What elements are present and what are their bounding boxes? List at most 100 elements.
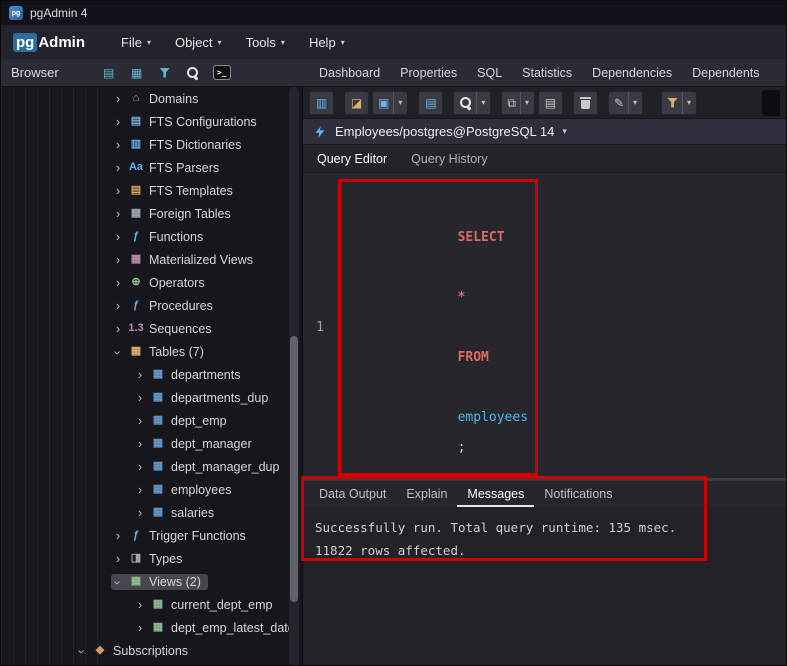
tree-item-dept-manager-dup[interactable]: › ▦ dept_manager_dup <box>1 455 302 478</box>
save-data-icon[interactable]: ▤ <box>418 90 444 115</box>
chevron-icon[interactable]: › <box>113 161 123 174</box>
tab-data-output[interactable]: Data Output <box>309 481 396 507</box>
chevron-icon[interactable]: › <box>113 115 123 128</box>
tree-item-materialized-views[interactable]: › ▦ Materialized Views <box>1 248 302 271</box>
menu-file[interactable]: File ▾ <box>111 29 161 56</box>
tree-item-employees[interactable]: › ▦ employees <box>1 478 302 501</box>
tree-item-domains[interactable]: › ⌂ Domains <box>1 87 302 110</box>
dropdown-caret-icon[interactable]: ▾ <box>519 91 529 114</box>
tab-explain[interactable]: Explain <box>396 481 457 507</box>
chevron-icon[interactable]: › <box>135 621 145 634</box>
tab-sql[interactable]: SQL <box>467 61 512 85</box>
tree-item-dept-manager[interactable]: › ▦ dept_manager <box>1 432 302 455</box>
chevron-icon[interactable]: › <box>75 647 90 657</box>
edit-icon[interactable]: ✎ ▾ <box>607 90 644 115</box>
filter-icon[interactable]: ▾ <box>661 90 698 115</box>
tree-item-functions[interactable]: › ƒ Functions <box>1 225 302 248</box>
chevron-icon[interactable]: › <box>135 368 145 381</box>
chevron-icon[interactable]: › <box>113 207 123 220</box>
main-body: › ⌂ Domains › ▤ FTS Configurations › ▥ F… <box>1 87 786 665</box>
tab-query-history[interactable]: Query History <box>399 146 499 172</box>
toolbar-overflow-button[interactable] <box>762 89 780 116</box>
tree-item-current-dept-emp[interactable]: › ▦ current_dept_emp <box>1 593 302 616</box>
dropdown-caret-icon[interactable]: ▾ <box>476 91 485 114</box>
tree-item-label: dept_manager_dup <box>171 459 280 474</box>
grid-icon[interactable]: ▦ <box>129 64 145 82</box>
paste-icon[interactable]: ▤ <box>537 90 563 115</box>
editor-tab-bar: Query Editor Query History <box>303 145 786 173</box>
console-icon[interactable]: >_ <box>212 64 231 82</box>
chevron-icon[interactable]: › <box>113 322 123 335</box>
tree-item-icon: 1.3 <box>128 322 144 334</box>
tree-item-sequences[interactable]: › 1.3 Sequences <box>1 317 302 340</box>
chevron-icon[interactable]: › <box>135 460 145 473</box>
tree-item-subscriptions[interactable]: › ◆ Subscriptions <box>1 639 302 662</box>
tree-item-views[interactable]: › ▦ Views (2) <box>1 570 302 593</box>
tab-query-editor[interactable]: Query Editor <box>305 146 399 172</box>
tree-item-types[interactable]: › ◨ Types <box>1 547 302 570</box>
dropdown-caret-icon[interactable]: ▾ <box>628 91 637 114</box>
chevron-icon[interactable]: › <box>113 230 123 243</box>
tree-item-operators[interactable]: › ⊕ Operators <box>1 271 302 294</box>
tree-item-fts-templates[interactable]: › ▤ FTS Templates <box>1 179 302 202</box>
chevron-icon[interactable]: › <box>113 552 123 565</box>
chevron-icon[interactable]: › <box>135 506 145 519</box>
chevron-icon[interactable]: › <box>135 598 145 611</box>
menu-help[interactable]: Help ▾ <box>299 29 355 56</box>
chevron-icon[interactable]: › <box>135 483 145 496</box>
tree-scrollbar[interactable] <box>289 87 299 665</box>
tree-item-dept-emp[interactable]: › ▦ dept_emp <box>1 409 302 432</box>
tree-item-trigger-functions[interactable]: › ƒ Trigger Functions <box>1 524 302 547</box>
open-file-icon[interactable]: ◪ <box>344 90 369 115</box>
tab-dependents[interactable]: Dependents <box>682 61 769 85</box>
dropdown-caret-icon[interactable]: ▾ <box>682 91 691 114</box>
connection-label: Employees/postgres@PostgreSQL 14 <box>335 124 555 139</box>
tab-notifications[interactable]: Notifications <box>534 481 622 507</box>
tree-item-tables[interactable]: › ▦ Tables (7) <box>1 340 302 363</box>
tree-item-fts-configurations[interactable]: › ▤ FTS Configurations <box>1 110 302 133</box>
dropdown-caret-icon[interactable]: ▾ <box>393 91 402 114</box>
chevron-icon[interactable]: › <box>113 138 123 151</box>
search-icon[interactable] <box>185 64 201 82</box>
servers-icon[interactable]: ▤ <box>101 64 117 82</box>
tree-item-fts-parsers[interactable]: › Aa FTS Parsers <box>1 156 302 179</box>
tree-item-departments[interactable]: › ▦ departments <box>1 363 302 386</box>
tree-item-salaries[interactable]: › ▦ salaries <box>1 501 302 524</box>
tree-item-dept-emp-latest-date[interactable]: › ▦ dept_emp_latest_date <box>1 616 302 639</box>
delete-icon[interactable] <box>572 90 598 115</box>
save-icon[interactable]: ▣ ▾ <box>372 90 409 115</box>
chevron-icon[interactable]: › <box>113 253 123 266</box>
tab-dashboard[interactable]: Dashboard <box>309 61 390 85</box>
connection-bar[interactable]: Employees/postgres@PostgreSQL 14 ▾ <box>303 119 786 145</box>
chevron-icon[interactable]: › <box>135 437 145 450</box>
tree-item-label: departments <box>171 367 241 382</box>
filter-icon[interactable] <box>157 64 173 82</box>
chevron-icon[interactable]: › <box>113 299 123 312</box>
tree-scrollbar-thumb[interactable] <box>290 336 298 602</box>
tab-statistics[interactable]: Statistics <box>512 61 582 85</box>
chevron-icon[interactable]: › <box>113 276 123 289</box>
tree-item-foreign-tables[interactable]: › ▦ Foreign Tables <box>1 202 302 225</box>
chevron-icon[interactable]: › <box>135 391 145 404</box>
chevron-icon[interactable]: › <box>113 184 123 197</box>
chevron-icon[interactable]: › <box>113 529 123 542</box>
tree-item-fts-dictionaries[interactable]: › ▥ FTS Dictionaries <box>1 133 302 156</box>
menu-object[interactable]: Object ▾ <box>165 29 232 56</box>
tree-item-icon: ▦ <box>130 207 142 219</box>
find-icon[interactable]: ▾ <box>453 90 492 115</box>
chevron-icon[interactable]: › <box>111 578 126 588</box>
query-editor[interactable]: 1 SELECT * FROM employees ; <box>303 173 786 478</box>
menubar: pg Admin File ▾ Object ▾ Tools ▾ Help ▾ <box>1 25 786 59</box>
copy-icon[interactable]: ⧉ ▾ <box>501 90 535 115</box>
menu-tools[interactable]: Tools ▾ <box>236 29 295 56</box>
tree-item-departments-dup[interactable]: › ▦ departments_dup <box>1 386 302 409</box>
chevron-icon[interactable]: › <box>111 348 126 358</box>
tree-item-procedures[interactable]: › ƒ Procedures <box>1 294 302 317</box>
tab-properties[interactable]: Properties <box>390 61 467 85</box>
tab-messages[interactable]: Messages <box>457 481 535 507</box>
chevron-icon[interactable]: › <box>135 414 145 427</box>
chevron-icon[interactable]: › <box>113 92 123 105</box>
chevron-down-icon[interactable]: ▾ <box>562 126 567 137</box>
tab-dependencies[interactable]: Dependencies <box>582 61 682 85</box>
file-icon[interactable]: ▥ <box>309 90 334 115</box>
